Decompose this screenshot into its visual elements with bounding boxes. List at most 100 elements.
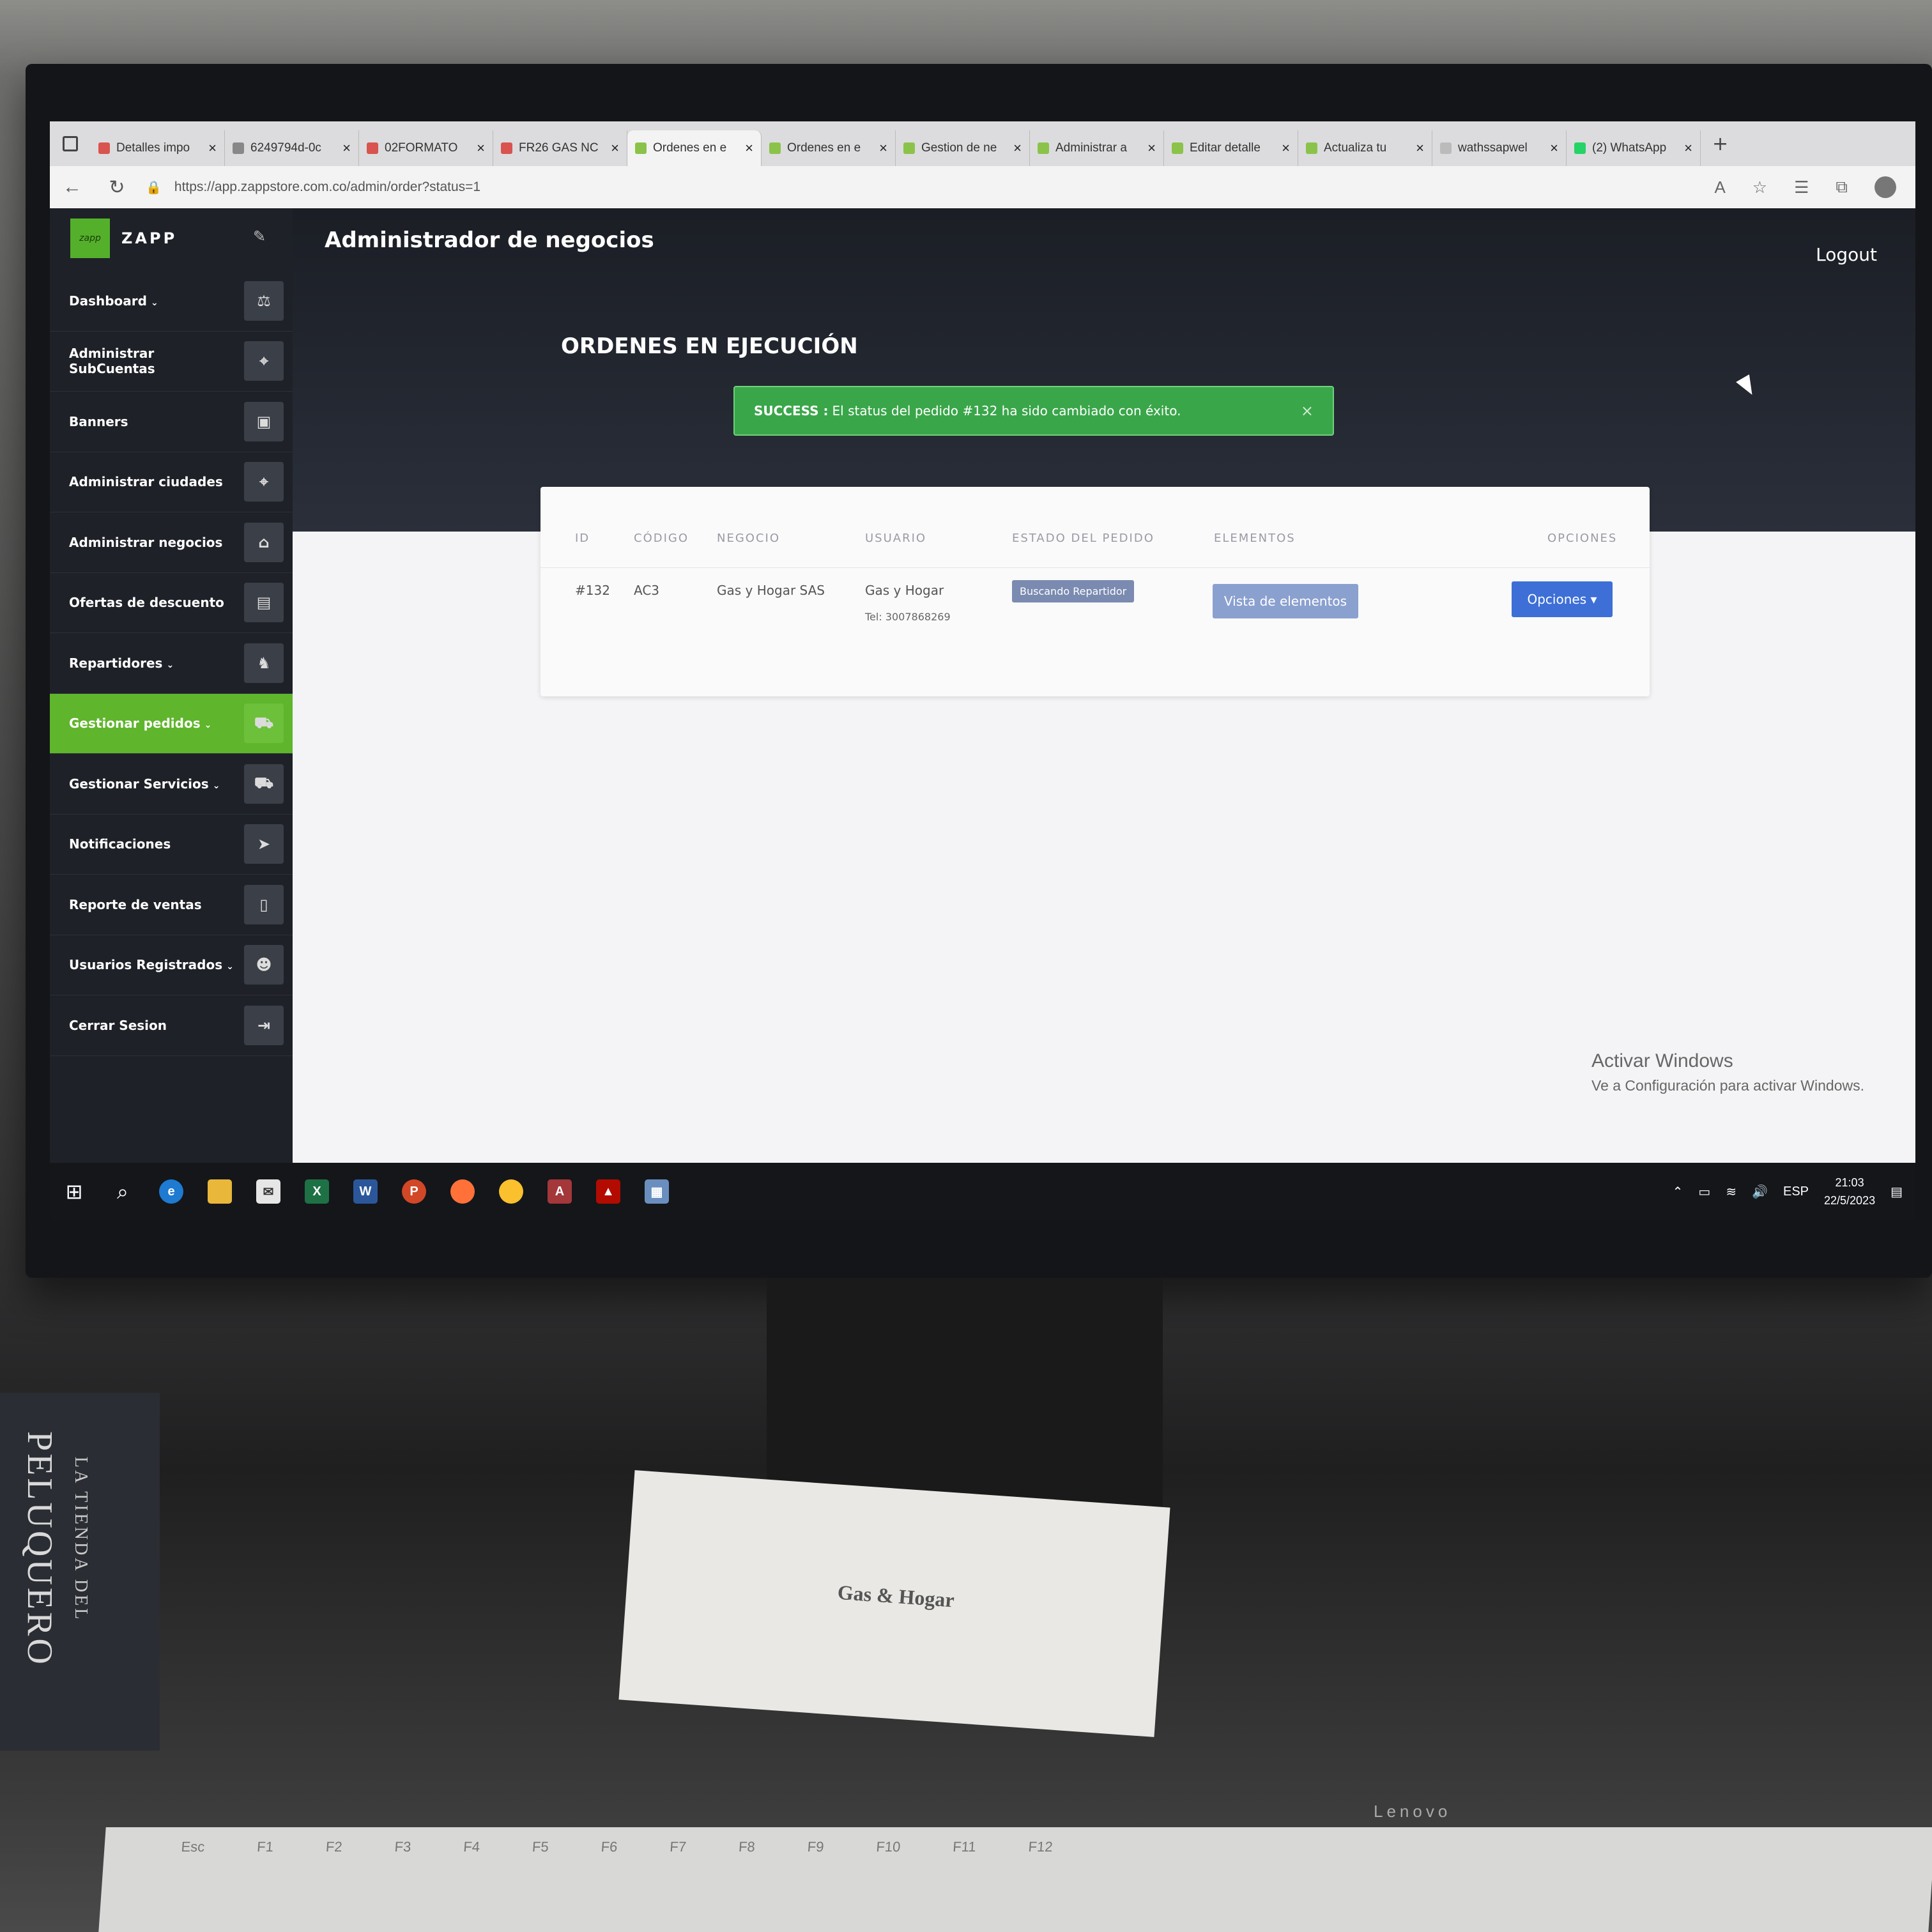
favicon-icon xyxy=(1440,142,1452,154)
read-aloud-icon[interactable]: A xyxy=(1714,178,1725,197)
url-field[interactable]: https://app.zappstore.com.co/admin/order… xyxy=(174,180,480,195)
back-icon[interactable]: ← xyxy=(50,176,95,198)
keyboard-key: F5 xyxy=(532,1839,549,1855)
sidebar-item-dashboard[interactable]: Dashboard ⌄ ⚖ xyxy=(50,271,293,332)
sidebar-item-administrar-subcuentas[interactable]: Administrar SubCuentas ⌖ xyxy=(50,332,293,392)
close-icon[interactable]: × xyxy=(1013,140,1022,157)
sidebar-item-label: Administrar negocios xyxy=(69,535,222,550)
close-icon[interactable]: × xyxy=(611,140,619,157)
close-icon[interactable]: × xyxy=(1282,140,1290,157)
brand[interactable]: zapp ZAPP xyxy=(70,218,177,258)
browser-tab[interactable]: (2) WhatsApp × xyxy=(1567,130,1701,166)
favicon-icon xyxy=(98,142,110,154)
search-icon[interactable]: ⌕ xyxy=(98,1167,147,1216)
language-indicator[interactable]: ESP xyxy=(1783,1184,1809,1199)
access-icon[interactable]: A xyxy=(535,1167,584,1216)
tab-label: wathssapwel xyxy=(1458,141,1528,155)
new-tab-button[interactable]: + xyxy=(1701,133,1740,155)
sidebar-item-icon: ⌖ xyxy=(244,462,284,502)
wifi-icon[interactable]: ≋ xyxy=(1726,1184,1736,1200)
sidebar-item-icon: ⛟ xyxy=(244,703,284,744)
browser-tab[interactable]: 02FORMATO × xyxy=(359,130,493,166)
windows-start-icon[interactable]: ⊞ xyxy=(50,1167,98,1216)
logout-link[interactable]: Logout xyxy=(1816,244,1877,265)
sidebar-item-repartidores[interactable]: Repartidores ⌄ ♞ xyxy=(50,633,293,694)
favicon-icon xyxy=(1172,142,1183,154)
file-explorer-icon[interactable] xyxy=(195,1167,244,1216)
close-icon[interactable]: × xyxy=(745,140,753,157)
browser-tab[interactable]: Editar detalle × xyxy=(1164,130,1298,166)
refresh-icon[interactable]: ↻ xyxy=(95,176,139,199)
close-icon[interactable]: × xyxy=(477,140,485,157)
options-dropdown-button[interactable]: Opciones ▾ xyxy=(1512,581,1613,617)
orders-table-card: ID CÓDIGO NEGOCIO USUARIO ESTADO DEL PED… xyxy=(540,487,1650,696)
chevron-down-icon: ⌄ xyxy=(150,297,158,308)
close-icon[interactable]: × xyxy=(1416,140,1424,157)
word-icon[interactable]: W xyxy=(341,1167,390,1216)
volume-icon[interactable]: 🔊 xyxy=(1752,1184,1768,1200)
excel-icon[interactable]: X xyxy=(293,1167,341,1216)
favorites-icon[interactable]: ☰ xyxy=(1794,178,1809,197)
tab-label: 02FORMATO xyxy=(385,141,458,155)
sidebar-item-label: Ofertas de descuento xyxy=(69,595,224,610)
close-icon[interactable]: × xyxy=(879,140,887,157)
sidebar-item-icon: ⇥ xyxy=(244,1005,284,1045)
paper-logo: Gas & Hogar xyxy=(836,1580,955,1612)
sidebar-item-label: Gestionar Servicios ⌄ xyxy=(69,776,220,792)
browser-tab[interactable]: FR26 GAS NC × xyxy=(493,130,627,166)
photos-icon[interactable]: ▦ xyxy=(632,1167,681,1216)
close-icon[interactable]: × xyxy=(342,140,351,157)
browser-tab[interactable]: Ordenes en e × xyxy=(627,130,762,166)
clock[interactable]: 21:03 22/5/2023 xyxy=(1824,1174,1875,1209)
book-title: PELUQUERO xyxy=(20,1431,59,1667)
close-icon[interactable]: × xyxy=(1684,140,1692,157)
pin-icon[interactable]: ✎ xyxy=(253,227,266,245)
chrome-icon[interactable] xyxy=(487,1167,535,1216)
sidebar-item-notificaciones[interactable]: Notificaciones ➤ xyxy=(50,815,293,875)
battery-icon[interactable]: ▭ xyxy=(1698,1184,1710,1200)
collections-icon[interactable]: ⧉ xyxy=(1836,177,1848,197)
browser-tab[interactable]: Actualiza tu × xyxy=(1298,130,1432,166)
tab-actions-icon[interactable] xyxy=(50,121,91,166)
acrobat-icon[interactable]: ▲ xyxy=(584,1167,632,1216)
col-estado: ESTADO DEL PEDIDO xyxy=(1012,532,1154,545)
close-icon[interactable]: × xyxy=(1147,140,1156,157)
favicon-icon xyxy=(1306,142,1317,154)
browser-tab[interactable]: Gestion de ne × xyxy=(896,130,1030,166)
sidebar-item-administrar-negocios[interactable]: Administrar negocios ⌂ xyxy=(50,512,293,573)
success-alert: SUCCESS : El status del pedido #132 ha s… xyxy=(733,386,1334,436)
close-icon[interactable]: × xyxy=(1550,140,1558,157)
view-elements-button[interactable]: Vista de elementos xyxy=(1213,584,1358,618)
favorite-star-icon[interactable]: ☆ xyxy=(1752,178,1767,197)
powerpoint-icon[interactable]: P xyxy=(390,1167,438,1216)
sidebar-item-gestionar-pedidos[interactable]: Gestionar pedidos ⌄ ⛟ xyxy=(50,693,293,754)
chevron-up-icon[interactable]: ⌃ xyxy=(1673,1184,1683,1200)
sidebar-item-gestionar-servicios[interactable]: Gestionar Servicios ⌄ ⛟ xyxy=(50,754,293,815)
close-icon[interactable]: × xyxy=(208,140,217,157)
browser-tab[interactable]: 6249794d-0c × xyxy=(225,130,359,166)
zapp-logo: zapp xyxy=(70,218,110,258)
close-icon[interactable]: × xyxy=(1301,402,1314,420)
sidebar-item-icon: ➤ xyxy=(244,824,284,864)
sidebar-item-reporte-de-ventas[interactable]: Reporte de ventas ▯ xyxy=(50,875,293,935)
keyboard: Esc F1 F2 F3 F4 F5 F6 F7 F8 F9 F10 F11 F12 xyxy=(98,1827,1932,1932)
sidebar-item-banners[interactable]: Banners ▣ xyxy=(50,392,293,452)
keyboard-key: F6 xyxy=(600,1839,618,1855)
browser-tab[interactable]: Detalles impo × xyxy=(91,130,225,166)
browser-tab[interactable]: Ordenes en e × xyxy=(762,130,896,166)
sidebar-item-text: Usuarios Registrados xyxy=(69,957,223,973)
sidebar-item-administrar-ciudades[interactable]: Administrar ciudades ⌖ xyxy=(50,452,293,512)
browser-tab[interactable]: wathssapwel × xyxy=(1432,130,1567,166)
mail-icon[interactable]: ✉ xyxy=(244,1167,293,1216)
browser-tab[interactable]: Administrar a × xyxy=(1030,130,1164,166)
edge-icon[interactable]: e xyxy=(147,1167,195,1216)
col-codigo: CÓDIGO xyxy=(634,532,689,545)
firefox-icon[interactable] xyxy=(438,1167,487,1216)
profile-avatar[interactable] xyxy=(1874,176,1896,198)
notifications-icon[interactable]: ▤ xyxy=(1890,1184,1903,1200)
sidebar-item-usuarios-registrados[interactable]: Usuarios Registrados ⌄ ☻ xyxy=(50,935,293,995)
sidebar-item-icon: ♞ xyxy=(244,643,284,683)
sidebar-item-ofertas-de-descuento[interactable]: Ofertas de descuento ▤ xyxy=(50,573,293,633)
favicon-icon xyxy=(1038,142,1049,154)
sidebar-item-cerrar-sesion[interactable]: Cerrar Sesion ⇥ xyxy=(50,995,293,1056)
